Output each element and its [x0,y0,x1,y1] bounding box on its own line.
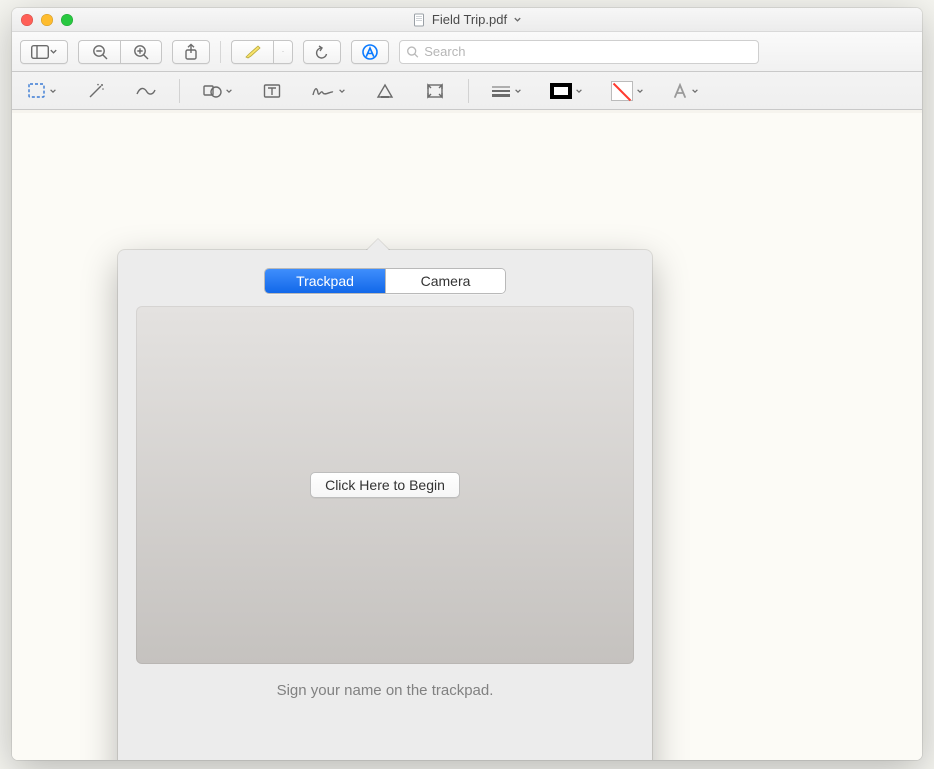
annotate-icon [376,83,394,99]
search-field[interactable] [399,40,759,64]
border-color-swatch-icon [550,83,572,99]
window-title[interactable]: Field Trip.pdf [432,12,507,27]
chevron-down-icon [691,87,699,95]
tab-trackpad[interactable]: Trackpad [265,269,385,293]
shapes-icon [202,83,222,99]
signature-popover: Trackpad Camera Click Here to Begin Sign… [118,250,652,760]
share-icon [183,43,199,61]
rotate-left-icon [313,44,331,60]
traffic-lights [21,14,73,26]
window-close-button[interactable] [21,14,33,26]
zoom-out-icon [91,43,109,61]
sidebar-icon [31,45,49,59]
markup-toolbar [12,72,922,110]
zoom-out-button[interactable] [78,40,120,64]
document-icon [412,13,426,27]
selection-rect-icon [28,83,46,99]
chevron-down-icon [282,47,284,56]
selection-tool-button[interactable] [22,78,63,104]
zoom-segment [78,40,162,64]
signature-pad[interactable]: Click Here to Begin [136,306,634,664]
rotate-button[interactable] [303,40,341,64]
highlighter-icon [243,44,263,60]
highlight-segment [231,40,293,64]
markup-separator [468,79,469,103]
chevron-down-icon [225,87,233,95]
instant-alpha-button[interactable] [79,78,113,104]
font-style-icon [672,83,688,99]
chevron-down-icon [338,87,346,95]
zoom-in-icon [132,43,150,61]
resize-icon [426,83,444,99]
chevron-down-icon [49,87,57,95]
chevron-down-icon [575,87,583,95]
text-box-icon [263,83,281,99]
text-tool-button[interactable] [255,78,289,104]
signature-icon [311,83,335,99]
highlight-dropdown-button[interactable] [273,40,293,64]
begin-signing-button[interactable]: Click Here to Begin [310,472,460,498]
zoom-in-button[interactable] [120,40,162,64]
sign-button[interactable] [305,78,352,104]
annotate-note-button[interactable] [368,78,402,104]
share-button[interactable] [172,40,210,64]
shapes-button[interactable] [196,78,239,104]
search-input[interactable] [424,44,752,59]
preview-window: Field Trip.pdf [12,8,922,760]
chevron-down-icon [49,47,58,56]
chevron-down-icon [636,87,644,95]
sketch-icon [135,84,157,98]
fill-color-swatch-icon [611,81,633,101]
tab-camera[interactable]: Camera [385,269,505,293]
title-center: Field Trip.pdf [12,12,922,27]
text-style-button[interactable] [666,78,705,104]
signature-instruction: Sign your name on the trackpad. [118,682,652,699]
markup-toggle-button[interactable] [351,40,389,64]
line-style-icon [491,85,511,97]
window-minimize-button[interactable] [41,14,53,26]
title-chevron-down-icon[interactable] [513,15,522,24]
sidebar-toggle-button[interactable] [20,40,68,64]
signature-source-tabs: Trackpad Camera [264,268,506,294]
adjust-size-button[interactable] [418,78,452,104]
markup-icon [361,43,379,61]
titlebar: Field Trip.pdf [12,8,922,32]
main-toolbar [12,32,922,72]
document-area: Trackpad Camera Click Here to Begin Sign… [12,110,922,760]
window-zoom-button[interactable] [61,14,73,26]
line-style-button[interactable] [485,78,528,104]
chevron-down-icon [514,87,522,95]
toolbar-separator [220,41,221,63]
fill-color-button[interactable] [605,78,650,104]
sketch-tool-button[interactable] [129,78,163,104]
border-color-button[interactable] [544,78,589,104]
markup-separator [179,79,180,103]
highlight-button[interactable] [231,40,273,64]
search-icon [406,45,419,59]
magic-wand-icon [86,83,106,99]
